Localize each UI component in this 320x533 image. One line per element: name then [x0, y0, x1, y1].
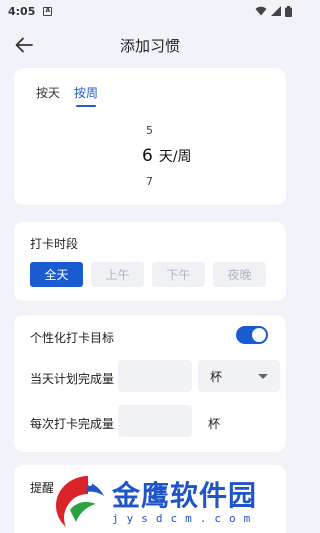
- frequency-card: 按天 按周 5 6 天/周 7: [14, 68, 286, 205]
- per-checkin-label: 每次打卡完成量: [30, 417, 115, 431]
- per-checkin-unit: 杯: [208, 417, 221, 431]
- time-period-card: 打卡时段 全天 上午 下午 夜晚: [14, 222, 286, 301]
- tab-by-day[interactable]: 按天: [36, 84, 60, 107]
- time-period-title: 打卡时段: [30, 237, 79, 251]
- status-indicators: [255, 5, 292, 17]
- back-button[interactable]: [12, 33, 36, 57]
- picker-next-value[interactable]: 7: [146, 175, 153, 188]
- signal-icon: [271, 6, 281, 16]
- watermark-url: jysdcm.com: [112, 512, 259, 525]
- notification-app-icon: A: [43, 6, 53, 16]
- daily-goal-label: 当天计划完成量: [30, 372, 115, 386]
- status-bar: 4:05 A: [0, 0, 300, 22]
- goal-toggle[interactable]: [236, 326, 268, 344]
- per-checkin-input[interactable]: [118, 405, 192, 437]
- picker-current-number: 6: [142, 146, 153, 166]
- battery-icon: [285, 5, 292, 17]
- wifi-icon: [255, 6, 267, 16]
- watermark-text: 金鹰软件园: [112, 479, 258, 512]
- site-watermark: 金鹰软件园 jysdcm.com: [48, 468, 300, 533]
- toggle-knob: [252, 328, 266, 342]
- daily-unit-select[interactable]: 杯: [198, 360, 280, 392]
- arrow-left-icon: [15, 37, 33, 53]
- status-time: 4:05: [8, 4, 36, 18]
- daily-goal-input[interactable]: [118, 360, 192, 392]
- picker-prev-value[interactable]: 5: [146, 124, 153, 137]
- frequency-tabs: 按天 按周: [36, 84, 98, 107]
- page-title: 添加习惯: [119, 36, 180, 55]
- time-period-options: 全天 上午 下午 夜晚: [30, 262, 266, 287]
- app-bar: 添加习惯: [0, 26, 300, 64]
- picker-current-value[interactable]: 6 天/周: [142, 146, 192, 166]
- daily-unit-value: 杯: [210, 369, 223, 384]
- eagle-logo-icon: [56, 476, 104, 527]
- period-option-afternoon[interactable]: 下午: [152, 262, 205, 287]
- caret-down-icon: [258, 373, 268, 379]
- tab-by-week[interactable]: 按周: [74, 84, 98, 107]
- period-option-night[interactable]: 夜晚: [213, 262, 266, 287]
- goal-card: 个性化打卡目标 当天计划完成量 杯 每次打卡完成量 杯: [14, 315, 286, 452]
- picker-unit: 天/周: [158, 149, 192, 165]
- period-option-morning[interactable]: 上午: [91, 262, 144, 287]
- period-option-all-day[interactable]: 全天: [30, 262, 83, 287]
- goal-title: 个性化打卡目标: [30, 331, 115, 345]
